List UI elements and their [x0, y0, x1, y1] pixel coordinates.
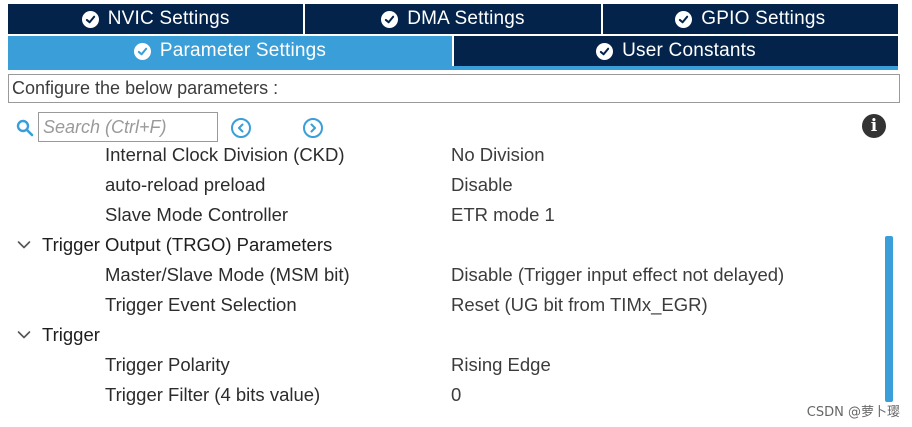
- param-name: Trigger Polarity: [105, 354, 230, 375]
- param-row-master-slave-mode[interactable]: Master/Slave Mode (MSM bit) Disable (Tri…: [8, 261, 878, 291]
- tab-row-2: Parameter Settings User Constants: [8, 36, 898, 66]
- group-trigger[interactable]: Trigger: [8, 321, 878, 351]
- param-name: Internal Clock Division (CKD): [105, 144, 345, 165]
- check-circle-icon: [596, 42, 614, 60]
- scrollbar-thumb[interactable]: [885, 236, 893, 402]
- search-toolbar: i: [14, 110, 886, 142]
- param-row-trigger-event-selection[interactable]: Trigger Event Selection Reset (UG bit fr…: [8, 291, 878, 321]
- active-tab-underline: [8, 66, 898, 70]
- param-name: auto-reload preload: [105, 174, 266, 195]
- tab-row-1: NVIC Settings DMA Settings GPIO Settings: [8, 4, 898, 34]
- search-previous-button[interactable]: [231, 118, 251, 138]
- param-name: Trigger Event Selection: [105, 294, 297, 315]
- param-row-auto-reload-preload[interactable]: auto-reload preload Disable: [8, 171, 878, 201]
- param-row-internal-clock-division[interactable]: Internal Clock Division (CKD) No Divisio…: [8, 142, 878, 171]
- check-circle-icon: [81, 10, 99, 28]
- tab-label: GPIO Settings: [701, 8, 826, 29]
- param-value[interactable]: 0: [451, 384, 461, 406]
- group-label: Trigger Output (TRGO) Parameters: [42, 234, 333, 255]
- vertical-scrollbar[interactable]: [884, 150, 894, 402]
- settings-tabs: NVIC Settings DMA Settings GPIO Settings…: [8, 4, 898, 68]
- watermark: CSDN @萝卜璎: [806, 405, 900, 420]
- search-icon[interactable]: [16, 119, 34, 137]
- chevron-right-icon: [310, 123, 316, 133]
- tab-gpio-settings[interactable]: GPIO Settings: [602, 4, 898, 34]
- search-next-button[interactable]: [303, 118, 323, 138]
- param-value[interactable]: No Division: [451, 144, 545, 166]
- chevron-down-icon[interactable]: [17, 240, 31, 250]
- tab-nvic-settings[interactable]: NVIC Settings: [8, 4, 304, 34]
- param-value[interactable]: Reset (UG bit from TIMx_EGR): [451, 294, 708, 316]
- search-input[interactable]: [38, 112, 218, 142]
- tab-label: NVIC Settings: [107, 8, 230, 29]
- tab-dma-settings[interactable]: DMA Settings: [305, 4, 601, 34]
- check-circle-icon: [381, 10, 399, 28]
- tab-label: Parameter Settings: [159, 40, 327, 61]
- group-label: Trigger: [42, 324, 100, 345]
- param-name: Master/Slave Mode (MSM bit): [105, 264, 350, 285]
- check-circle-icon: [133, 42, 151, 60]
- tab-label: User Constants: [622, 40, 756, 61]
- info-icon-glyph: i: [870, 116, 878, 136]
- tab-label: DMA Settings: [407, 8, 525, 29]
- param-row-trigger-polarity[interactable]: Trigger Polarity Rising Edge: [8, 351, 878, 381]
- config-description: Configure the below parameters :: [8, 74, 900, 103]
- param-name: Trigger Filter (4 bits value): [105, 384, 321, 405]
- param-name: Slave Mode Controller: [105, 204, 289, 225]
- param-value[interactable]: Disable (Trigger input effect not delaye…: [451, 264, 784, 286]
- check-circle-icon: [675, 10, 693, 28]
- param-value[interactable]: ETR mode 1: [451, 204, 555, 226]
- parameter-list: Internal Clock Division (CKD) No Divisio…: [8, 142, 878, 411]
- param-row-slave-mode-controller[interactable]: Slave Mode Controller ETR mode 1: [8, 201, 878, 231]
- parameter-tree: Internal Clock Division (CKD) No Divisio…: [8, 142, 888, 417]
- tab-user-constants[interactable]: User Constants: [454, 36, 898, 66]
- chevron-left-icon: [238, 123, 244, 133]
- param-value[interactable]: Disable: [451, 174, 513, 196]
- param-value[interactable]: Rising Edge: [451, 354, 551, 376]
- info-icon[interactable]: i: [862, 114, 886, 138]
- param-row-trigger-filter[interactable]: Trigger Filter (4 bits value) 0: [8, 381, 878, 411]
- group-trigger-output-parameters[interactable]: Trigger Output (TRGO) Parameters: [8, 231, 878, 261]
- tab-parameter-settings[interactable]: Parameter Settings: [8, 36, 452, 66]
- chevron-down-icon[interactable]: [17, 330, 31, 340]
